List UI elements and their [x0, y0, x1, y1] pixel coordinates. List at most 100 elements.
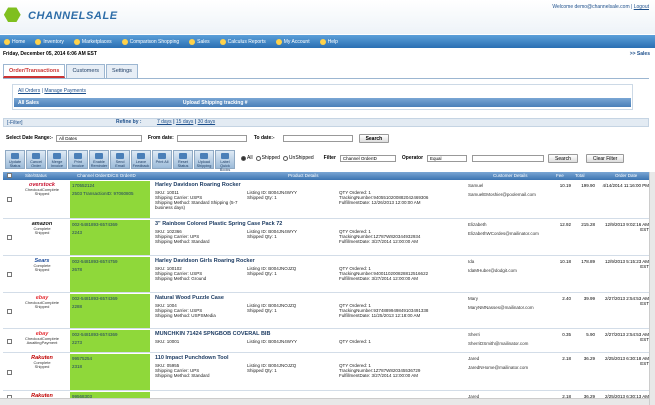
- horizontal-scrollbar[interactable]: [0, 398, 649, 405]
- breadcrumb[interactable]: >> Sales: [630, 49, 650, 59]
- to-date-input[interactable]: [282, 134, 353, 142]
- nav-item-calculus-reports[interactable]: Calculus Reports: [219, 38, 266, 45]
- order-id-cell[interactable]: 170552124 2503 TransactionID: 97060805: [70, 181, 150, 218]
- col-site[interactable]: Site/Status: [25, 173, 47, 178]
- date-range-select[interactable]: All Dates: [55, 134, 142, 142]
- table-row[interactable]: overstock CheckoutComplete Shipped 17055212…: [3, 181, 649, 219]
- clear-filter-button[interactable]: Clear Filter: [585, 153, 625, 163]
- print-all-button[interactable]: Print All: [152, 150, 172, 169]
- product-title[interactable]: Harley Davidson Girls Roaring Rocker: [155, 258, 460, 264]
- radio-all[interactable]: [241, 155, 246, 161]
- tab-customers[interactable]: Customers: [66, 64, 106, 78]
- product-title[interactable]: Natural Wood Puzzle Case: [155, 295, 460, 301]
- row-checkbox[interactable]: [7, 197, 12, 202]
- select-all-checkbox[interactable]: [7, 173, 12, 178]
- print-invoice-button[interactable]: Print Invoice: [68, 150, 88, 169]
- product-details: 3" Rainbow Colored Plastic Spring Case P…: [155, 221, 460, 244]
- filter-search-button[interactable]: Search: [548, 153, 578, 163]
- table-row[interactable]: amazon Complete Shipped 002-5481893-6574369…: [3, 220, 649, 256]
- row-checkbox[interactable]: [7, 272, 12, 277]
- order-id-cell[interactable]: 002-5481893-6574369 2243: [70, 220, 150, 255]
- radio-unshipped[interactable]: [282, 155, 288, 161]
- col-product[interactable]: Product Details: [288, 173, 319, 178]
- label-quick-books-button[interactable]: Label Quick Books: [215, 150, 235, 172]
- radio-shipped[interactable]: [255, 155, 261, 161]
- upload-tracking-label[interactable]: Upload Shipping tracking #: [183, 100, 248, 106]
- order-id-cell[interactable]: 99575254 2318: [70, 354, 150, 390]
- product-title[interactable]: Harley Davidson Roaring Rocker: [155, 182, 460, 188]
- product-info-grid: SKU: 1004 Listing ID: B004JNOJZQ QTY Order…: [155, 303, 460, 318]
- nav-item-sales[interactable]: Sales: [189, 38, 210, 45]
- col-orderid[interactable]: Channel OrderID/CS OrderID: [77, 173, 136, 178]
- operator-label: Operator: [401, 155, 424, 161]
- customer-name: Sherri: [468, 332, 481, 337]
- product-title[interactable]: MUNCHKIN 71424 SPNGBOB COVERAL BIB: [155, 331, 460, 337]
- nav-item-my-account[interactable]: My Account: [275, 38, 310, 45]
- customer-name: Ida: [468, 259, 475, 264]
- fee-value: 10.19: [559, 183, 571, 188]
- channelsale-logo[interactable]: ⬣ CHANNELSALE: [4, 5, 122, 27]
- filter-field-select[interactable]: Channel OrderID: [339, 154, 396, 162]
- manage-payments-link[interactable]: Manage Payments: [44, 88, 86, 94]
- table-row[interactable]: ebay CheckoutComplete AwaitingPayment 002-5…: [3, 330, 649, 353]
- refine-30-days[interactable]: 30 days: [198, 119, 216, 125]
- customer-email: IdaMHuber@dodgit.com: [468, 268, 517, 273]
- from-date-input[interactable]: [176, 134, 247, 142]
- nav-item-marketplaces[interactable]: Marketplaces: [73, 38, 112, 45]
- enable-reminder-button[interactable]: Enable Reminder: [89, 150, 109, 169]
- row-checkbox[interactable]: [7, 308, 12, 314]
- send-email-button[interactable]: Send Email: [110, 150, 130, 169]
- nav-item-help[interactable]: Help: [319, 38, 338, 45]
- table-row[interactable]: Sears Complete Shipped 002-5481893-6574759 2…: [3, 257, 649, 293]
- cs-order-id: 2288: [72, 304, 83, 309]
- cancel-order-button[interactable]: Cancel Order: [26, 150, 46, 169]
- merge-invoice-button[interactable]: Merge Invoice: [47, 150, 67, 169]
- refine-7-days[interactable]: 7 days: [157, 119, 172, 125]
- tab-order-transactions[interactable]: Order/Transactions: [3, 64, 66, 78]
- col-total[interactable]: Total: [575, 173, 585, 178]
- fulfillment-date: FulfillmentDate: 11/25/2013 12:18:00 AM: [339, 313, 421, 318]
- order-date: 4/14/2014 11:16:00 PM: [602, 183, 649, 188]
- merge-invoice-icon: [53, 153, 61, 159]
- logo-text: CHANNELSALE: [28, 10, 118, 22]
- row-checkbox[interactable]: [7, 338, 12, 344]
- col-fee[interactable]: Fee: [556, 173, 564, 178]
- table-row[interactable]: Rakuten Complete Shipped 99575254 2318 110 Im…: [3, 354, 649, 391]
- orders-table-header: Site/Status Channel OrderID/CS OrderID P…: [3, 172, 649, 180]
- all-orders-link[interactable]: All Orders: [18, 88, 40, 94]
- col-date[interactable]: Order Date: [615, 173, 637, 178]
- date-search-button[interactable]: Search: [358, 133, 390, 143]
- all-sales-label[interactable]: All Sales: [18, 100, 39, 106]
- col-customer[interactable]: Customer Details: [493, 173, 528, 178]
- reset-status-icon: [179, 153, 187, 159]
- product-title[interactable]: 3" Rainbow Colored Plastic Spring Case P…: [155, 221, 460, 227]
- order-id-cell[interactable]: 002-5481893-6574759 2678: [70, 257, 150, 292]
- table-row[interactable]: ebay CheckoutComplete Shipped 002-5481893-6…: [3, 294, 649, 329]
- reset-status-button[interactable]: Reset Status: [173, 150, 193, 169]
- operator-select[interactable]: Equal: [427, 154, 468, 162]
- row-checkbox[interactable]: [7, 235, 12, 240]
- update-status-button[interactable]: Update Status: [5, 150, 25, 169]
- order-links: All Orders | Manage Payments: [18, 88, 86, 94]
- logout-link[interactable]: Logout: [634, 4, 649, 10]
- customer-name: Samuel: [468, 183, 484, 188]
- leave-feedback-button[interactable]: Leave Feedback: [131, 150, 151, 169]
- nav-comparison-shopping-icon: [121, 38, 128, 45]
- vertical-scrollbar[interactable]: [649, 172, 655, 405]
- refine-15-days[interactable]: 15 days: [176, 119, 194, 125]
- store-status: Rakuten Complete Shipped: [18, 355, 66, 370]
- order-id-cell[interactable]: 002-5481893-6574369 2273: [70, 330, 150, 352]
- filter-value-input[interactable]: [472, 154, 545, 162]
- nav-item-comparison-shopping[interactable]: Comparison Shopping: [121, 38, 179, 45]
- product-title[interactable]: 110 Impact Punchdown Tool: [155, 355, 460, 361]
- nav-item-home[interactable]: Home: [4, 38, 25, 45]
- tab-settings[interactable]: Settings: [106, 64, 138, 78]
- row-checkbox[interactable]: [7, 369, 12, 375]
- store-status: amazon Complete Shipped: [18, 221, 66, 236]
- nav-item-inventory[interactable]: Inventory: [35, 38, 64, 45]
- product-info-grid: SKU: 10011 Listing ID: B004JN4WYY QTY Orde…: [155, 190, 460, 210]
- upload-shipping-button[interactable]: Upload Shipping: [194, 150, 214, 169]
- order-id-cell[interactable]: 002-5481893-6574369 2288: [70, 294, 150, 328]
- filter-toggle[interactable]: [-Filter]: [7, 120, 23, 126]
- fulfillment-date: FulfillmentDate: 3/27/2014 12:00:00 AM: [339, 276, 419, 281]
